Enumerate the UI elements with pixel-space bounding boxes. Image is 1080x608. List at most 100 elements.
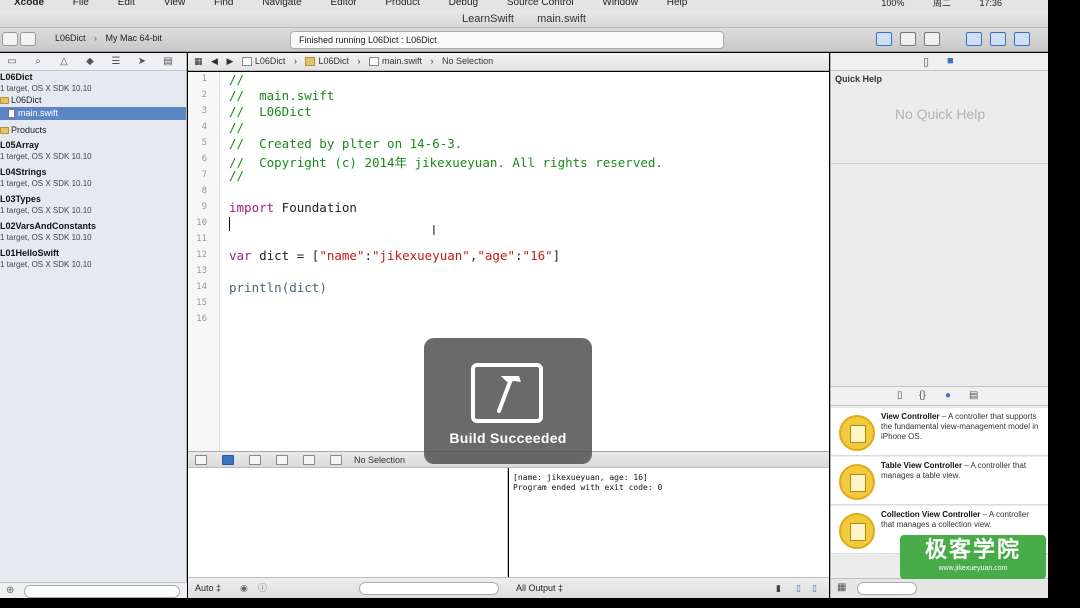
menu-file[interactable]: File bbox=[73, 0, 89, 8]
library-item-table-view-controller[interactable]: Table View Controller – A controller tha… bbox=[831, 457, 1049, 505]
file-label: main.swift bbox=[18, 108, 59, 118]
standard-editor-button[interactable] bbox=[876, 32, 892, 46]
window-titlebar: LearnSwift main.swift bbox=[0, 10, 1048, 28]
line-number: 7 bbox=[201, 170, 207, 180]
project-item-l01helloswift[interactable]: L01HelloSwift bbox=[0, 247, 186, 260]
file-item-main-swift[interactable]: main.swift bbox=[0, 107, 186, 120]
file-inspector-icon[interactable]: ▯ bbox=[923, 55, 929, 68]
project-item-l03types[interactable]: L03Types bbox=[0, 193, 186, 206]
build-succeeded-hud: Build Succeeded bbox=[424, 338, 592, 464]
library-filter-input[interactable] bbox=[857, 582, 917, 595]
variables-scope-popup[interactable]: Auto ‡ bbox=[195, 578, 221, 598]
code-snippet-icon[interactable]: {} bbox=[919, 390, 926, 401]
folder-icon[interactable]: ▭ bbox=[6, 56, 18, 67]
trash-icon[interactable]: ▮ bbox=[776, 578, 781, 598]
code-line-14: println(dict) bbox=[229, 280, 327, 295]
media-library-icon[interactable]: ▤ bbox=[969, 390, 978, 401]
related-items-icon[interactable]: ▦ bbox=[194, 53, 203, 70]
menu-product[interactable]: Product bbox=[385, 0, 419, 8]
hide-debug-area-icon[interactable] bbox=[195, 455, 207, 465]
navigator-filter-input[interactable] bbox=[24, 585, 180, 598]
text-caret bbox=[229, 217, 230, 231]
library-item-text: Table View Controller – A controller tha… bbox=[881, 461, 1043, 481]
menu-view[interactable]: View bbox=[164, 0, 186, 8]
toggle-navigator-button[interactable] bbox=[966, 32, 982, 46]
console-output-popup[interactable]: All Output ‡ bbox=[516, 578, 563, 598]
string-literal: "jikexueyuan" bbox=[372, 248, 470, 263]
split-left-icon[interactable]: ▯ bbox=[796, 578, 801, 598]
split-right-icon[interactable]: ▯ bbox=[812, 578, 817, 598]
menu-navigate[interactable]: Navigate bbox=[262, 0, 301, 8]
project-item-l04strings[interactable]: L04Strings bbox=[0, 166, 186, 179]
project-subtitle: 1 target, OS X SDK 10.10 bbox=[0, 84, 92, 93]
project-subtitle: 1 target, OS X SDK 10.10 bbox=[0, 233, 92, 242]
menu-editor[interactable]: Editor bbox=[330, 0, 356, 8]
quick-help-icon[interactable]: ■ bbox=[947, 55, 954, 67]
swift-file-icon bbox=[369, 57, 379, 67]
project-item-l02varsandconstants[interactable]: L02VarsAndConstants bbox=[0, 220, 186, 233]
step-over-icon[interactable] bbox=[276, 455, 288, 465]
toggle-debug-area-button[interactable] bbox=[990, 32, 1006, 46]
menu-source-control[interactable]: Source Control bbox=[507, 0, 574, 8]
debug-bottom-bar: Auto ‡ ◉ ⓘ All Output ‡ ▮ ▯ ▯ bbox=[188, 577, 829, 598]
breakpoints-toggle-icon[interactable] bbox=[222, 455, 234, 465]
eye-icon[interactable]: ◉ bbox=[240, 578, 248, 598]
project-item-l06dict[interactable]: L06Dict bbox=[0, 71, 186, 84]
add-icon[interactable]: ⊕ bbox=[6, 585, 14, 596]
info-icon[interactable]: ⓘ bbox=[258, 578, 267, 598]
object-library-icon[interactable]: ● bbox=[945, 390, 951, 401]
forward-icon[interactable]: ▶ bbox=[226, 53, 233, 70]
scheme-selector[interactable]: L06Dict › My Mac 64-bit bbox=[55, 33, 162, 43]
menu-edit[interactable]: Edit bbox=[118, 0, 135, 8]
window-title-project[interactable]: LearnSwift bbox=[462, 10, 514, 28]
step-out-icon[interactable] bbox=[330, 455, 342, 465]
swift-file-icon bbox=[8, 109, 15, 119]
variables-view[interactable] bbox=[188, 468, 508, 577]
console-filter-input[interactable] bbox=[359, 582, 499, 595]
menu-debug[interactable]: Debug bbox=[449, 0, 478, 8]
jump-group-label: L06Dict bbox=[318, 56, 349, 66]
project-navigator: ▭ ⌕ △ ◆ ☰ ➤ ▤ L06Dict 1 target, OS X SDK… bbox=[0, 53, 187, 598]
line-number: 2 bbox=[201, 90, 207, 100]
library-item-title: Table View Controller bbox=[881, 461, 963, 470]
debug-icon[interactable]: ☰ bbox=[110, 56, 122, 67]
project-item-l05array[interactable]: L05Array bbox=[0, 139, 186, 152]
code-line-9: import Foundation bbox=[229, 200, 357, 215]
menu-help[interactable]: Help bbox=[667, 0, 688, 8]
line-number: 4 bbox=[201, 122, 207, 132]
library-item-view-controller[interactable]: View Controller – A controller that supp… bbox=[831, 408, 1049, 456]
menu-app[interactable]: Xcode bbox=[14, 0, 44, 8]
warning-icon[interactable]: △ bbox=[58, 56, 70, 67]
menu-window[interactable]: Window bbox=[602, 0, 638, 8]
code-token: : bbox=[515, 248, 523, 263]
version-editor-button[interactable] bbox=[924, 32, 940, 46]
grid-view-icon[interactable]: ▦ bbox=[837, 582, 846, 593]
jump-project[interactable]: L06Dict bbox=[241, 53, 285, 70]
group-item[interactable]: L06Dict bbox=[0, 94, 186, 107]
jump-group[interactable]: L06Dict bbox=[305, 53, 349, 70]
code-line-1: // bbox=[229, 72, 245, 87]
project-subtitle: 1 target, OS X SDK 10.10 bbox=[0, 206, 92, 215]
console-output[interactable]: [name: jikexueyuan, age: 16] Program ende… bbox=[509, 468, 829, 577]
assistant-editor-button[interactable] bbox=[900, 32, 916, 46]
line-gutter[interactable]: 1 2 3 4 5 6 7 8 9 10 11 12 13 14 15 16 bbox=[188, 72, 220, 451]
search-icon[interactable]: ⌕ bbox=[32, 56, 44, 67]
library-item-text: Collection View Controller – A controlle… bbox=[881, 510, 1043, 530]
step-into-icon[interactable] bbox=[303, 455, 315, 465]
hammer-icon bbox=[471, 363, 543, 423]
log-icon[interactable]: ▤ bbox=[162, 56, 174, 67]
toggle-utilities-button[interactable] bbox=[1014, 32, 1030, 46]
file-template-icon[interactable]: ▯ bbox=[897, 390, 903, 401]
group-item-products[interactable]: Products bbox=[0, 124, 186, 137]
stop-button[interactable] bbox=[20, 32, 36, 46]
pause-icon[interactable] bbox=[249, 455, 261, 465]
jump-file[interactable]: main.swift bbox=[369, 53, 422, 70]
jump-selection[interactable]: No Selection bbox=[442, 53, 493, 70]
breakpoint-icon[interactable]: ➤ bbox=[136, 56, 148, 67]
menu-find[interactable]: Find bbox=[214, 0, 233, 8]
window-title-file[interactable]: main.swift bbox=[537, 10, 586, 28]
view-controller-icon bbox=[839, 415, 875, 451]
run-button[interactable] bbox=[2, 32, 18, 46]
test-icon[interactable]: ◆ bbox=[84, 56, 96, 67]
back-icon[interactable]: ◀ bbox=[211, 53, 218, 70]
